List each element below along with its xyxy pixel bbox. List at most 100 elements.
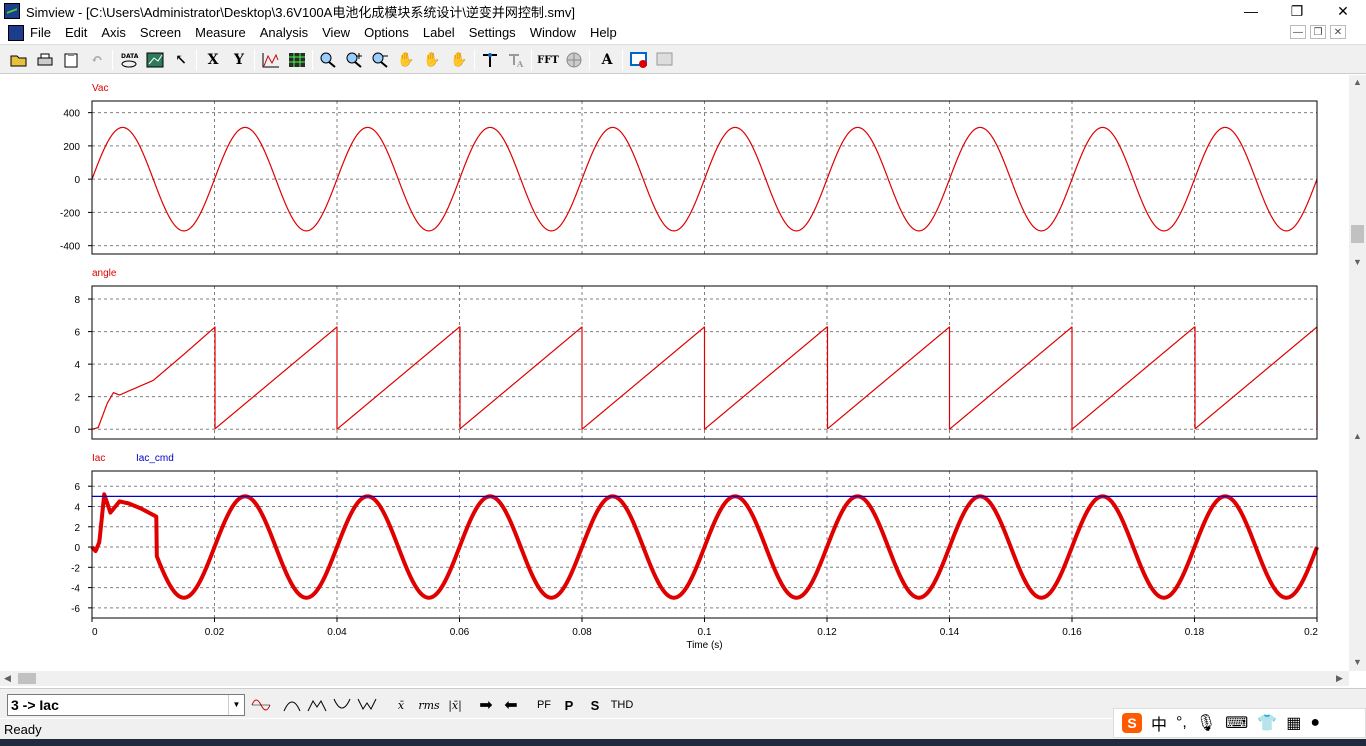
local-min-icon[interactable] xyxy=(356,694,378,716)
sine-wave-icon[interactable] xyxy=(250,694,272,716)
x-tick-label: 0.08 xyxy=(572,627,592,638)
menu-window[interactable]: Window xyxy=(530,25,576,40)
y-tick-label: 0 xyxy=(74,175,80,186)
clipboard-icon[interactable] xyxy=(60,49,82,71)
arrow-left-icon[interactable]: ⬅ xyxy=(501,694,521,716)
local-max-icon[interactable] xyxy=(306,694,328,716)
average-button[interactable]: x̄ xyxy=(390,694,412,716)
chevron-down-icon[interactable]: ▼ xyxy=(228,695,244,715)
curve-select[interactable]: 3 -> Iac ▼ xyxy=(7,694,245,716)
menu-edit[interactable]: Edit xyxy=(65,25,87,40)
zoom-in-icon[interactable] xyxy=(343,49,365,71)
power-factor-button[interactable]: PF xyxy=(533,694,555,716)
x-tick-label: 0.14 xyxy=(940,627,960,638)
toolbar-separator xyxy=(112,50,113,70)
select-pointer-icon[interactable]: ↖ xyxy=(170,49,192,71)
globe-icon[interactable] xyxy=(563,49,585,71)
maximize-button[interactable]: ❐ xyxy=(1274,0,1320,22)
peak-max-icon[interactable] xyxy=(281,694,303,716)
fft-button[interactable]: FFT xyxy=(537,49,559,71)
y-tick-label: -200 xyxy=(60,208,80,219)
y-tick-label: 4 xyxy=(74,360,80,371)
close-button[interactable]: ✕ xyxy=(1320,0,1366,22)
measure-text-icon[interactable]: A xyxy=(505,49,527,71)
pan-hand-icon[interactable]: ✋ xyxy=(395,49,417,71)
curve-select-value: 3 -> Iac xyxy=(11,697,59,713)
apparent-power-button[interactable]: S xyxy=(585,694,605,716)
minimize-button[interactable]: — xyxy=(1228,0,1274,22)
keyboard-icon[interactable]: ⌨ xyxy=(1225,713,1248,733)
rms-button[interactable]: rms xyxy=(416,694,442,716)
skin-icon[interactable]: 👕 xyxy=(1257,713,1277,733)
menu-measure[interactable]: Measure xyxy=(195,25,246,40)
y-tick-label: 6 xyxy=(74,328,80,339)
record-icon[interactable] xyxy=(628,49,650,71)
scroll-up-icon[interactable]: ▲ xyxy=(1353,77,1362,87)
pan-hand-icon[interactable]: ✋ xyxy=(421,49,443,71)
menu-analysis[interactable]: Analysis xyxy=(260,25,308,40)
menu-label[interactable]: Label xyxy=(423,25,455,40)
mascot-icon[interactable]: ● xyxy=(1310,714,1320,732)
chart-panel-1: 400 200 0 -200 -400 Vac xyxy=(60,83,1318,255)
vertical-scrollbar[interactable]: ▲ ▼ ▲ ▼ xyxy=(1349,75,1366,671)
menu-screen[interactable]: Screen xyxy=(140,25,181,40)
screen-grid-icon[interactable] xyxy=(286,49,308,71)
menu-view[interactable]: View xyxy=(322,25,350,40)
menu-help[interactable]: Help xyxy=(590,25,617,40)
window-icon[interactable] xyxy=(654,49,676,71)
series-line-angle xyxy=(91,326,1318,430)
y-axis-button[interactable]: Y xyxy=(228,49,250,71)
mdi-minimize-icon[interactable]: — xyxy=(1290,25,1306,39)
title-bar: Simview - [C:\Users\Administrator\Deskto… xyxy=(0,0,1366,22)
menu-axis[interactable]: Axis xyxy=(101,25,126,40)
menu-file[interactable]: File xyxy=(30,25,51,40)
print-icon[interactable] xyxy=(34,49,56,71)
x-tick-label: 0.1 xyxy=(698,627,712,638)
menu-settings[interactable]: Settings xyxy=(469,25,516,40)
scroll-left-icon[interactable]: ◀ xyxy=(4,673,11,684)
microphone-icon[interactable]: 🎙 xyxy=(1196,713,1216,733)
real-power-button[interactable]: P xyxy=(559,694,579,716)
menu-options[interactable]: Options xyxy=(364,25,409,40)
open-file-icon[interactable] xyxy=(8,49,30,71)
toolbar-separator xyxy=(196,50,197,70)
y-tick-label: 0 xyxy=(74,543,80,554)
thd-button[interactable]: THD xyxy=(609,694,635,716)
arrow-right-icon[interactable]: ➡ xyxy=(476,694,496,716)
document-icon[interactable] xyxy=(8,24,24,41)
y-tick-label: 400 xyxy=(63,109,80,120)
plot-area[interactable]: 400 200 0 -200 -400 Vac 8 6 4 2 0 angle 6 4 2 0 -2 -4 -6 Ia… xyxy=(0,75,1349,671)
hand-icon[interactable]: ✋ xyxy=(448,49,470,71)
svg-text:DATA: DATA xyxy=(121,53,139,60)
chinese-mode-icon[interactable]: 中 xyxy=(1151,711,1167,735)
vertical-scroll-thumb[interactable] xyxy=(1351,225,1364,243)
peak-min-icon[interactable] xyxy=(331,694,353,716)
add-curve-icon[interactable] xyxy=(144,49,166,71)
x-tick-label: 0.12 xyxy=(817,627,837,638)
y-tick-label: 0 xyxy=(74,425,80,436)
undo-icon[interactable]: ↶ xyxy=(86,49,108,71)
text-label-button[interactable]: A xyxy=(596,49,618,71)
scroll-right-icon[interactable]: ▶ xyxy=(1336,673,1343,684)
abs-average-button[interactable]: |x̄| xyxy=(444,694,466,716)
scroll-down-icon[interactable]: ▼ xyxy=(1353,257,1362,267)
horizontal-scrollbar[interactable]: ◀ ▶ xyxy=(0,671,1349,686)
punctuation-icon[interactable]: °, xyxy=(1176,714,1187,732)
apps-grid-icon[interactable]: ▦ xyxy=(1286,713,1301,733)
measure-cursor-icon[interactable] xyxy=(479,49,501,71)
y-tick-label: -6 xyxy=(71,604,80,615)
scroll-up-icon[interactable]: ▲ xyxy=(1353,431,1362,441)
scroll-down-icon[interactable]: ▼ xyxy=(1353,657,1362,667)
zoom-out-icon[interactable] xyxy=(369,49,391,71)
plot-icon[interactable] xyxy=(260,49,282,71)
horizontal-scroll-thumb[interactable] xyxy=(18,673,36,684)
mdi-close-icon[interactable]: ✕ xyxy=(1330,25,1346,39)
x-tick-label: 0.16 xyxy=(1062,627,1082,638)
mdi-restore-icon[interactable]: ❐ xyxy=(1310,25,1326,39)
zoom-icon[interactable] xyxy=(317,49,339,71)
ime-toolbar[interactable]: S 中 °, 🎙 ⌨ 👕 ▦ ● xyxy=(1113,708,1366,738)
data-icon[interactable]: DATA xyxy=(118,49,140,71)
x-axis-button[interactable]: X xyxy=(202,49,224,71)
sogou-logo-icon[interactable]: S xyxy=(1122,713,1142,733)
simview-app-icon[interactable] xyxy=(4,3,20,19)
